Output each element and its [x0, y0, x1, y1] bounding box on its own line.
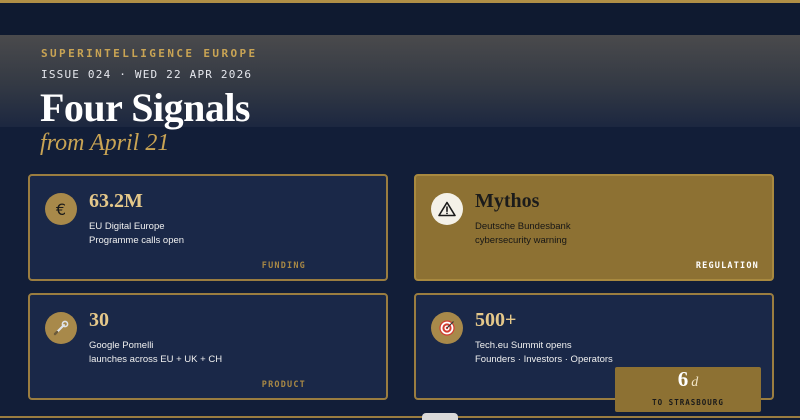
scroll-handle[interactable]	[422, 413, 458, 420]
signal-value: 500+	[475, 309, 517, 331]
signal-description-line: Tech.eu Summit opens	[475, 340, 572, 351]
countdown-unit: d	[691, 375, 699, 390]
euro-glyph: €	[55, 199, 67, 219]
warning-triangle-icon	[431, 193, 463, 225]
signal-description-line: Google Pomelli	[89, 340, 154, 351]
signal-value: 63.2M	[89, 190, 143, 212]
signal-description-line: Deutsche Bundesbank	[475, 221, 571, 232]
signal-card-funding[interactable]: € 63.2M EU Digital Europe Programme call…	[28, 174, 388, 281]
countdown-label: TO STRASBOURG	[652, 398, 724, 407]
page-title: Four Signals	[40, 85, 251, 130]
publication-name: SUPERINTELLIGENCE EUROPE	[41, 47, 258, 60]
signal-value: Mythos	[475, 190, 540, 212]
top-band	[0, 3, 800, 35]
signal-category-tag: FUNDING	[261, 261, 306, 271]
signal-card-product[interactable]: 30 Google Pomelli launches across EU + U…	[28, 293, 388, 400]
wrench-icon	[45, 312, 77, 344]
signal-category-tag: PRODUCT	[261, 380, 306, 390]
signal-description-line: Programme calls open	[89, 235, 185, 246]
countdown-badge[interactable]: 6d TO STRASBOURG	[615, 367, 761, 412]
signal-value: 30	[89, 309, 109, 331]
signal-description-line: EU Digital Europe	[89, 221, 165, 232]
countdown-value: 6d	[615, 367, 761, 392]
issue-dateline: ISSUE 024 · WED 22 APR 2026	[41, 68, 253, 81]
countdown-number: 6	[677, 367, 689, 391]
signal-description: EU Digital Europe Programme calls open	[89, 220, 369, 248]
signal-card-regulation[interactable]: Mythos Deutsche Bundesbank cybersecurity…	[414, 174, 774, 281]
target-icon	[431, 312, 463, 344]
bottom-accent-rule	[0, 416, 800, 418]
signal-description-line: Founders · Investors · Operators	[475, 354, 613, 365]
page-subtitle: from April 21	[40, 130, 170, 156]
euro-icon: €	[45, 193, 77, 225]
signal-description-line: cybersecurity warning	[475, 235, 567, 246]
signal-description-line: launches across EU + UK + CH	[89, 354, 223, 365]
signal-category-tag: REGULATION	[695, 261, 759, 271]
signal-description: Deutsche Bundesbank cybersecurity warnin…	[475, 220, 755, 248]
signal-description: Tech.eu Summit opens Founders · Investor…	[475, 339, 755, 367]
signal-description: Google Pomelli launches across EU + UK +…	[89, 339, 369, 367]
